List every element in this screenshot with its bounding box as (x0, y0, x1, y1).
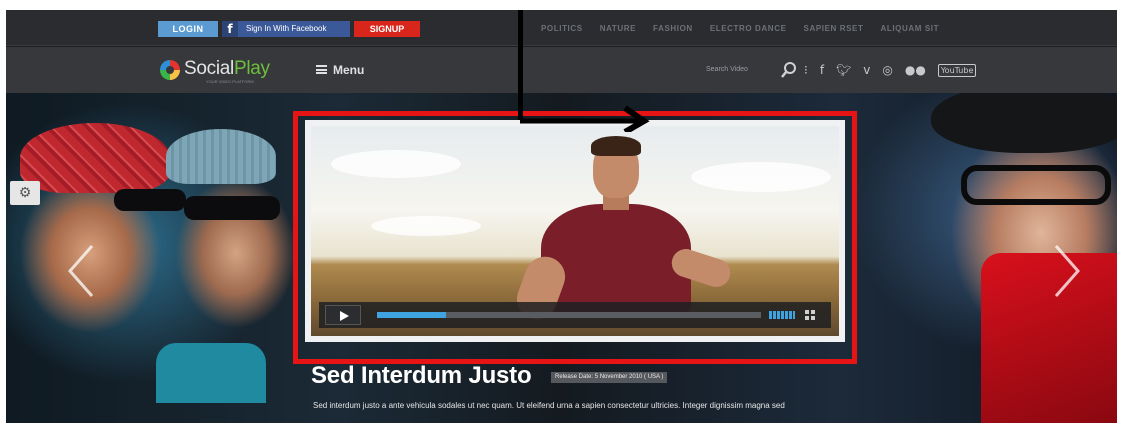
hero-image-beanie (166, 129, 276, 184)
nav-item-politics[interactable]: POLITICS (541, 24, 583, 36)
nav-item-fashion[interactable]: FASHION (653, 24, 693, 36)
video-player[interactable] (305, 120, 845, 342)
facebook-signin-button[interactable]: f Sign In With Facebook (222, 21, 350, 37)
logo-text-b: Play (233, 58, 270, 79)
menu-label: Menu (333, 63, 365, 77)
login-button[interactable]: LOGIN (158, 21, 218, 37)
logo-mark-icon (160, 60, 180, 80)
annotation-arrow-icon (520, 105, 650, 132)
logo-text: SocialPlay (184, 58, 270, 80)
video-controls (319, 302, 831, 328)
nav-item-nature[interactable]: NATURE (600, 24, 636, 36)
runner-hair (591, 136, 641, 156)
search-icon[interactable] (781, 60, 797, 80)
flickr-icon[interactable]: ●● (905, 61, 926, 79)
hero-image-hat (931, 93, 1117, 153)
cloud-shape (691, 162, 831, 192)
release-date-badge: Release Date: 5 November 2010 ( USA ) (551, 372, 668, 383)
logo-tagline: YOUR VIDEO PLATFORM (206, 79, 254, 84)
facebook-icon[interactable]: f (820, 61, 824, 79)
play-button[interactable] (325, 305, 361, 325)
logo-text-a: Social (184, 58, 234, 79)
search-label: Search Video (706, 66, 748, 73)
youtube-icon[interactable]: YouTube (937, 63, 977, 77)
hero-image-bandana (20, 123, 170, 193)
slider-next-arrow-icon[interactable] (1046, 241, 1086, 301)
facebook-icon: f (222, 21, 238, 37)
runner-shirt (541, 204, 691, 314)
video-progress-fill (377, 312, 447, 318)
separator-icon: ⁝ (804, 63, 808, 77)
top-nav: POLITICS NATURE FASHION ELECTRO DANCE SA… (541, 24, 956, 36)
hero-image-sunglasses-2 (184, 196, 280, 220)
hero-image-glasses (961, 165, 1111, 205)
facebook-signin-label: Sign In With Facebook (246, 24, 327, 33)
fullscreen-icon[interactable] (805, 310, 815, 320)
dribbble-icon[interactable]: ◎ (882, 61, 892, 79)
slider-prev-arrow-icon[interactable] (62, 241, 102, 301)
nav-item-sapien-rset[interactable]: SAPIEN RSET (804, 24, 864, 36)
video-description: Sed interdum justo a ante vehicula sodal… (313, 401, 785, 410)
logo[interactable]: SocialPlay YOUR VIDEO PLATFORM (160, 58, 290, 84)
cloud-shape (371, 216, 481, 236)
menu-button[interactable]: Menu (316, 61, 364, 79)
hero-image-sunglasses (114, 189, 186, 211)
page: LOGIN f Sign In With Facebook SIGNUP POL… (0, 0, 1123, 423)
main-header: SocialPlay YOUR VIDEO PLATFORM Menu Sear… (6, 47, 1117, 93)
hero-image-scarf (156, 343, 266, 403)
settings-gear-icon[interactable]: ⚙ (10, 181, 40, 205)
nav-item-aliquam-sit[interactable]: ALIQUAM SIT (880, 24, 939, 36)
twitter-icon[interactable]: 🐦︎ (836, 61, 851, 79)
cloud-shape (331, 150, 461, 178)
social-links: ⁝ f 🐦︎ v ◎ ●● YouTube (804, 61, 988, 79)
video-title[interactable]: Sed Interdum Justo (311, 362, 532, 390)
video-progress-bar[interactable] (377, 312, 761, 318)
top-bar: LOGIN f Sign In With Facebook SIGNUP POL… (6, 10, 1117, 46)
nav-item-electro-dance[interactable]: ELECTRO DANCE (710, 24, 787, 36)
signup-button[interactable]: SIGNUP (354, 21, 420, 37)
video-thumbnail[interactable] (311, 126, 839, 336)
hamburger-icon (316, 65, 327, 75)
website: LOGIN f Sign In With Facebook SIGNUP POL… (6, 10, 1117, 423)
vimeo-icon[interactable]: v (863, 61, 870, 79)
volume-icon[interactable] (769, 311, 795, 319)
